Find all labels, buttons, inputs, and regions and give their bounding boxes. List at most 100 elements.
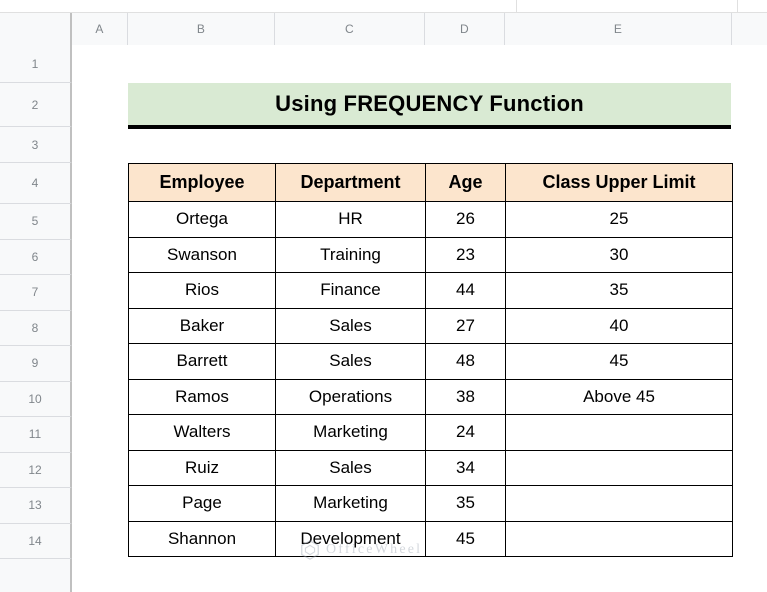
- column-header-c[interactable]: C: [275, 13, 425, 45]
- table-row[interactable]: Page Marketing 35: [128, 485, 733, 522]
- row-header-13-label: 13: [28, 498, 42, 513]
- table-row[interactable]: Barrett Sales 48 45: [128, 343, 733, 380]
- column-header-d[interactable]: D: [425, 13, 505, 45]
- cell-employee[interactable]: Ramos: [128, 378, 276, 415]
- cell-age[interactable]: 24: [425, 414, 506, 451]
- row-header-4-label: 4: [31, 176, 39, 190]
- cell-age[interactable]: 44: [425, 272, 506, 309]
- cell-age[interactable]: 26: [425, 201, 506, 238]
- cell-age[interactable]: 38: [425, 378, 506, 415]
- column-header-department[interactable]: Department: [275, 163, 426, 202]
- cell-employee[interactable]: Page: [128, 485, 276, 522]
- row-header-8[interactable]: 8: [0, 310, 72, 346]
- row-header-4[interactable]: 4: [0, 163, 72, 204]
- cell-employee[interactable]: Shannon: [128, 520, 276, 557]
- table-row[interactable]: Ramos Operations 38 Above 45: [128, 378, 733, 415]
- cell-department[interactable]: HR: [275, 201, 426, 238]
- cell-employee[interactable]: Barrett: [128, 343, 276, 380]
- row-header-6[interactable]: 6: [0, 239, 72, 275]
- table-row[interactable]: Rios Finance 44 35: [128, 272, 733, 309]
- table-row[interactable]: Swanson Training 23 30: [128, 236, 733, 273]
- cell-class-upper-limit[interactable]: [505, 520, 733, 557]
- cell-department[interactable]: Sales: [275, 343, 426, 380]
- cell-age[interactable]: 23: [425, 236, 506, 273]
- column-header-e-label: E: [613, 22, 623, 36]
- cell-class-upper-limit[interactable]: 25: [505, 201, 733, 238]
- row-header-1-label: 1: [31, 56, 39, 71]
- cell-class-upper-limit[interactable]: [505, 449, 733, 486]
- row-header-2-label: 2: [31, 97, 39, 112]
- data-table: Employee Department Age Class Upper Limi…: [128, 163, 733, 557]
- cell-department[interactable]: Finance: [275, 272, 426, 309]
- cell-age[interactable]: 34: [425, 449, 506, 486]
- cell-department[interactable]: Development: [275, 520, 426, 557]
- cell-department[interactable]: Marketing: [275, 414, 426, 451]
- column-header-f[interactable]: [732, 13, 767, 45]
- table-row[interactable]: Ruiz Sales 34: [128, 449, 733, 486]
- cell-grid: Using FREQUENCY Function Employee Depart…: [72, 45, 767, 592]
- row-header-12[interactable]: 12: [0, 452, 72, 488]
- top-strip: [0, 0, 767, 13]
- row-header-10[interactable]: 10: [0, 381, 72, 417]
- row-header-15[interactable]: [0, 559, 72, 592]
- cell-department[interactable]: Operations: [275, 378, 426, 415]
- cell-age[interactable]: 27: [425, 307, 506, 344]
- cell-employee[interactable]: Ortega: [128, 201, 276, 238]
- row-header-12-label: 12: [28, 462, 42, 477]
- row-header-3-label: 3: [31, 137, 39, 152]
- top-strip-divider: [737, 0, 738, 13]
- row-header-14[interactable]: 14: [0, 523, 72, 559]
- column-header-b-label: B: [196, 22, 206, 36]
- cell-age[interactable]: 48: [425, 343, 506, 380]
- cell-class-upper-limit[interactable]: Above 45: [505, 378, 733, 415]
- cell-employee[interactable]: Ruiz: [128, 449, 276, 486]
- column-header-a-label: A: [95, 22, 104, 36]
- title-underline: [128, 125, 731, 129]
- column-header-e[interactable]: E: [505, 13, 732, 45]
- column-header-class-upper-limit[interactable]: Class Upper Limit: [505, 163, 733, 202]
- cell-class-upper-limit[interactable]: [505, 485, 733, 522]
- row-header-9[interactable]: 9: [0, 346, 72, 382]
- table-row[interactable]: Baker Sales 27 40: [128, 307, 733, 344]
- row-header-7-label: 7: [31, 285, 39, 300]
- row-header-2[interactable]: 2: [0, 83, 72, 127]
- top-strip-divider: [516, 0, 517, 13]
- cell-age[interactable]: 45: [425, 520, 506, 557]
- row-header-5-label: 5: [31, 214, 39, 229]
- cell-department[interactable]: Sales: [275, 449, 426, 486]
- row-header-11-label: 11: [28, 427, 42, 442]
- row-header-13[interactable]: 13: [0, 488, 72, 524]
- cell-employee[interactable]: Swanson: [128, 236, 276, 273]
- row-header-5[interactable]: 5: [0, 204, 72, 240]
- cell-employee[interactable]: Rios: [128, 272, 276, 309]
- column-header-age[interactable]: Age: [425, 163, 506, 202]
- cell-age[interactable]: 35: [425, 485, 506, 522]
- cell-employee[interactable]: Baker: [128, 307, 276, 344]
- cell-department[interactable]: Sales: [275, 307, 426, 344]
- cell-class-upper-limit[interactable]: 45: [505, 343, 733, 380]
- column-header-band: A B C D E: [0, 13, 767, 45]
- column-header-employee[interactable]: Employee: [128, 163, 276, 202]
- cell-class-upper-limit[interactable]: 30: [505, 236, 733, 273]
- table-body: Ortega HR 26 25 Swanson Training 23 30 R…: [128, 201, 733, 557]
- table-row[interactable]: Walters Marketing 24: [128, 414, 733, 451]
- table-row[interactable]: Ortega HR 26 25: [128, 201, 733, 238]
- column-header-b[interactable]: B: [128, 13, 275, 45]
- cell-employee[interactable]: Walters: [128, 414, 276, 451]
- spreadsheet-canvas: A B C D E 1 2 3 4 5 6 7 8 9 10 11 12 13 …: [0, 0, 767, 592]
- row-header-6-label: 6: [31, 249, 39, 264]
- cell-department[interactable]: Training: [275, 236, 426, 273]
- cell-class-upper-limit[interactable]: [505, 414, 733, 451]
- column-header-a[interactable]: A: [72, 13, 128, 45]
- row-header-3[interactable]: 3: [0, 127, 72, 163]
- cell-class-upper-limit[interactable]: 40: [505, 307, 733, 344]
- cell-department[interactable]: Marketing: [275, 485, 426, 522]
- row-header-1[interactable]: 1: [0, 45, 72, 83]
- sheet-title-cell[interactable]: Using FREQUENCY Function: [128, 83, 731, 125]
- cell-class-upper-limit[interactable]: 35: [505, 272, 733, 309]
- row-header-10-label: 10: [28, 391, 42, 406]
- table-row[interactable]: Shannon Development 45: [128, 520, 733, 557]
- row-header-11[interactable]: 11: [0, 417, 72, 453]
- select-all-corner[interactable]: [0, 13, 72, 45]
- row-header-7[interactable]: 7: [0, 275, 72, 311]
